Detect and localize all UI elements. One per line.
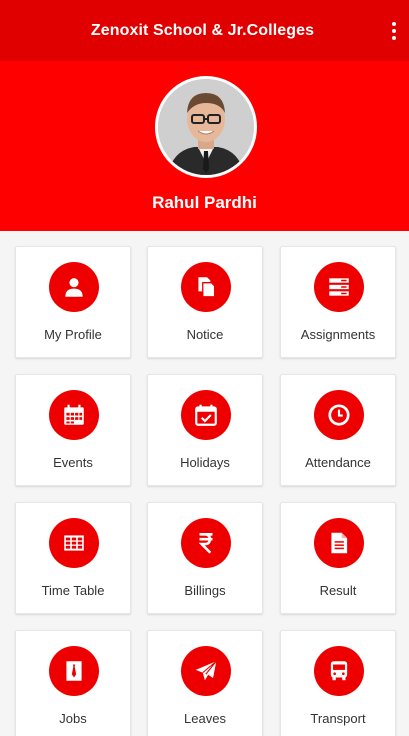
tile-label: Attendance — [305, 455, 371, 470]
profile-header: Rahul Pardhi — [0, 61, 409, 231]
tile-label: Leaves — [184, 711, 226, 726]
tile-leaves[interactable]: Leaves — [147, 630, 263, 736]
tile-transport[interactable]: Transport — [280, 630, 396, 736]
tile-label: Result — [319, 583, 357, 598]
tile-label: My Profile — [44, 327, 102, 342]
avatar[interactable] — [155, 76, 257, 178]
calendar-check-icon — [181, 390, 231, 440]
more-options-icon[interactable] — [387, 18, 401, 44]
paper-plane-icon — [181, 646, 231, 696]
tile-holidays[interactable]: Holidays — [147, 374, 263, 486]
document-icon — [314, 518, 364, 568]
tile-billings[interactable]: Billings — [147, 502, 263, 614]
tile-label: Jobs — [59, 711, 87, 726]
tile-assignments[interactable]: Assignments — [280, 246, 396, 358]
tile-result[interactable]: Result — [280, 502, 396, 614]
tile-label: Transport — [310, 711, 366, 726]
bus-icon — [314, 646, 364, 696]
tile-label: Notice — [186, 327, 224, 342]
app-bar: Zenoxit School & Jr.Colleges — [0, 0, 409, 61]
notice-icon — [181, 262, 231, 312]
tile-my-profile[interactable]: My Profile — [15, 246, 131, 358]
tile-label: Events — [53, 455, 93, 470]
table-icon — [49, 518, 99, 568]
user-name: Rahul Pardhi — [152, 193, 257, 212]
tile-events[interactable]: Events — [15, 374, 131, 486]
tile-label: Holidays — [180, 455, 230, 470]
tile-jobs[interactable]: Jobs — [15, 630, 131, 736]
tile-label: Time Table — [41, 583, 105, 598]
dashboard-grid: My Profile Notice Assignments Events Hol… — [0, 231, 409, 736]
app-title: Zenoxit School & Jr.Colleges — [90, 21, 315, 39]
tile-attendance[interactable]: Attendance — [280, 374, 396, 486]
user-icon — [49, 262, 99, 312]
tile-label: Billings — [184, 583, 226, 598]
rupee-icon — [181, 518, 231, 568]
tile-label: Assignments — [300, 327, 376, 342]
assignments-icon — [314, 262, 364, 312]
tie-icon — [49, 646, 99, 696]
calendar-icon — [49, 390, 99, 440]
clock-icon — [314, 390, 364, 440]
tile-notice[interactable]: Notice — [147, 246, 263, 358]
tile-time-table[interactable]: Time Table — [15, 502, 131, 614]
